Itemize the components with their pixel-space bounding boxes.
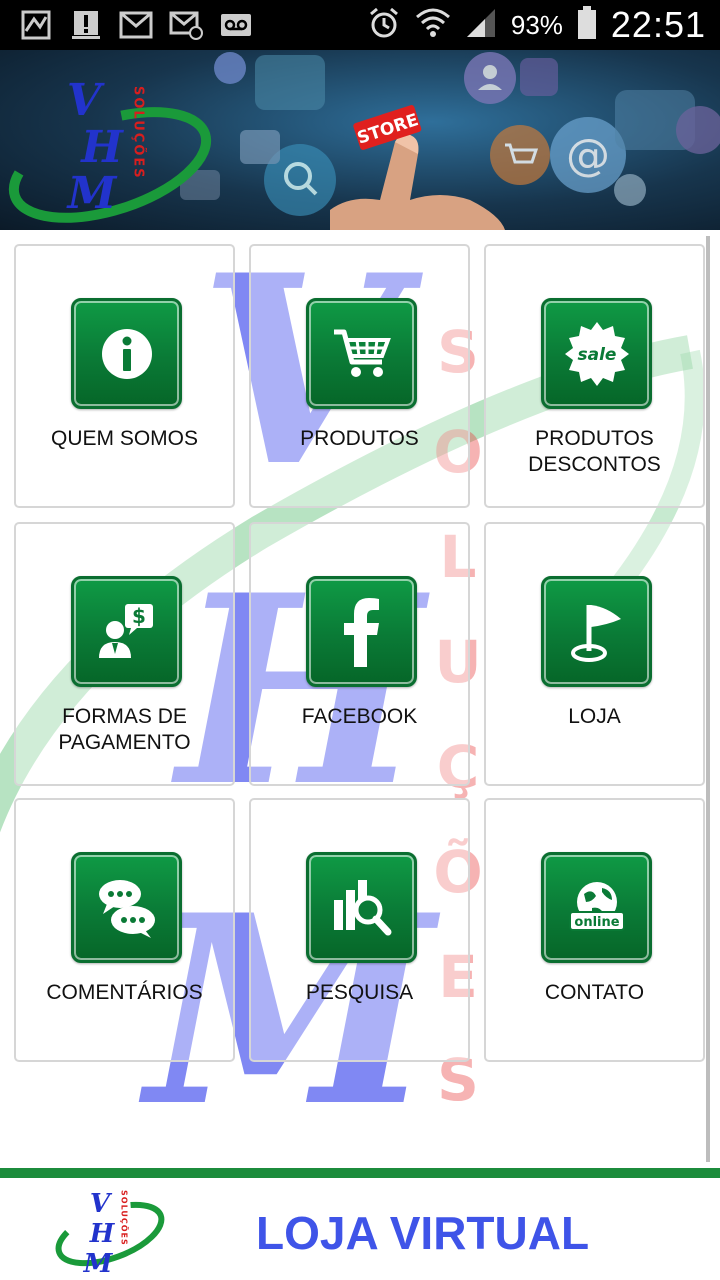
svg-text:M: M: [66, 168, 118, 219]
svg-text:$: $: [132, 604, 146, 628]
sale-icon: sale: [541, 298, 652, 409]
tile-facebook[interactable]: FACEBOOK: [249, 522, 470, 786]
notification-icons: [18, 8, 254, 42]
battery-percent: 93%: [510, 9, 563, 40]
cart-icon: [306, 298, 417, 409]
tile-label: PESQUISA: [305, 981, 414, 1004]
tile-quem-somos[interactable]: QUEM SOMOS: [14, 244, 235, 508]
header-banner: @ STORE V H M SOLUÇÕES: [0, 50, 720, 230]
tile-label: PRODUTOS DESCONTOS: [528, 427, 661, 476]
battery-icon: [577, 5, 597, 45]
tile-label: PRODUTOS: [300, 427, 419, 450]
alarm-icon: [367, 6, 401, 45]
tile-label: FORMAS DE PAGAMENTO: [58, 705, 191, 754]
svg-text:H: H: [89, 1219, 116, 1249]
svg-text:SOLUÇÕES: SOLUÇÕES: [120, 1190, 131, 1246]
tile-formas-de-pagamento[interactable]: $ FORMAS DE PAGAMENTO: [14, 522, 235, 786]
svg-text:H: H: [79, 122, 124, 173]
signal-icon: [465, 7, 497, 44]
tile-comentarios[interactable]: COMENTÁRIOS: [14, 798, 235, 1062]
info-icon: [71, 298, 182, 409]
footer: V H M SOLUÇÕES LOJA VIRTUAL: [0, 1178, 720, 1280]
app-icon: [18, 8, 54, 42]
svg-text:online: online: [574, 915, 619, 930]
footer-title: LOJA VIRTUAL: [256, 1207, 590, 1259]
tile-loja[interactable]: LOJA: [484, 522, 705, 786]
comments-icon: [71, 852, 182, 963]
svg-text:V: V: [67, 75, 105, 126]
tile-label: CONTATO: [544, 981, 645, 1004]
tile-label: COMENTÁRIOS: [46, 981, 203, 1004]
banner-artwork: @ STORE V H M SOLUÇÕES: [8, 52, 720, 230]
menu-area: V H M S O L U Ç Õ E S QUEM SOMOS PRODUTO…: [0, 232, 720, 1168]
footer-vhm-logo: V H M SOLUÇÕES: [55, 1189, 165, 1278]
footer-divider: [0, 1168, 720, 1178]
svg-text:SOLUÇÕES: SOLUÇÕES: [131, 86, 147, 180]
svg-text:V: V: [90, 1189, 113, 1219]
gmail-icon: [118, 8, 154, 42]
tile-produtos[interactable]: PRODUTOS: [249, 244, 470, 508]
flag-icon: [541, 576, 652, 687]
svg-text:sale: sale: [577, 345, 616, 365]
tile-produtos-descontos[interactable]: sale PRODUTOS DESCONTOS: [484, 244, 705, 508]
vhm-logo: V H M SOLUÇÕES: [8, 75, 212, 223]
voicemail-icon: [218, 8, 254, 42]
svg-text:M: M: [83, 1249, 114, 1278]
scrollbar[interactable]: [706, 236, 710, 1162]
tile-label: QUEM SOMOS: [50, 427, 198, 450]
clock: 22:51: [610, 4, 706, 45]
svg-text:@: @: [566, 130, 610, 181]
payment-icon: $: [71, 576, 182, 687]
email-icon: [168, 8, 204, 42]
alert-icon: [68, 8, 104, 42]
globe-online-icon: online: [541, 852, 652, 963]
tile-pesquisa[interactable]: PESQUISA: [249, 798, 470, 1062]
search-chart-icon: [306, 852, 417, 963]
tile-contato[interactable]: online CONTATO: [484, 798, 705, 1062]
wifi-icon: [415, 7, 451, 44]
tile-label: LOJA: [568, 705, 621, 728]
status-bar: 93% 22:51: [0, 0, 720, 50]
tile-label: FACEBOOK: [301, 705, 418, 728]
facebook-icon: [306, 576, 417, 687]
